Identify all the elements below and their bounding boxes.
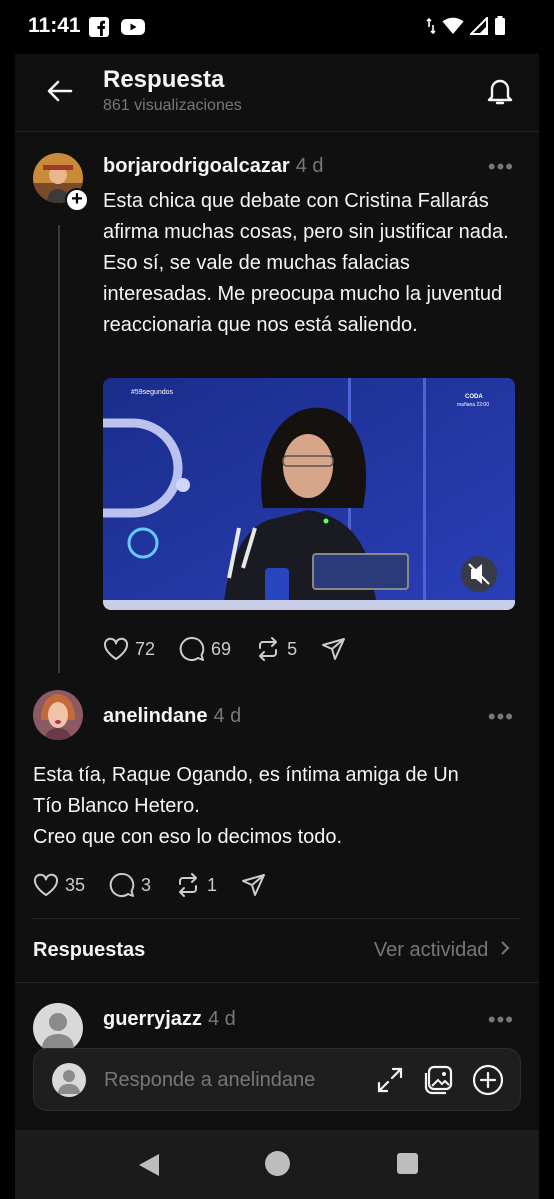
post-text-line: Tío Blanco Hetero. (33, 795, 200, 817)
chevron-right-icon (501, 941, 510, 955)
like-button[interactable]: 35 (33, 873, 85, 897)
like-count: 72 (135, 638, 156, 659)
heart-icon (33, 873, 59, 896)
data-arrows-icon (426, 17, 436, 35)
gallery-icon[interactable] (422, 1064, 456, 1096)
comment-button[interactable]: 69 (179, 636, 231, 662)
facebook-icon (89, 17, 109, 37)
bell-icon (487, 79, 513, 105)
video-tag: #59segundos (131, 389, 174, 396)
post-actions: 35 3 1 (33, 872, 267, 898)
repost-icon (179, 873, 198, 897)
post-username[interactable]: borjarodrigoalcazar 4 d (103, 155, 324, 178)
replies-heading: Respuestas (33, 939, 146, 961)
share-button[interactable] (321, 636, 347, 662)
thread-line (58, 225, 60, 673)
view-activity-text[interactable]: Ver actividad (374, 939, 489, 961)
channel-schedule: mañana 22:00 (457, 402, 489, 408)
mute-button[interactable] (461, 556, 497, 592)
like-count: 35 (65, 874, 86, 895)
post-text-line: Esta tía, Raque Ogando, es íntima amiga … (33, 764, 459, 786)
post-text-line: Creo que con eso lo decimos todo. (33, 826, 343, 848)
post-time: 4 d (207, 1008, 236, 1030)
post-time: 4 d (295, 155, 324, 177)
comment-count: 3 (141, 874, 152, 895)
view-activity-link[interactable]: Ver actividad (374, 939, 512, 962)
system-nav-bar (15, 1130, 539, 1199)
more-options-button[interactable]: ••• (488, 154, 514, 180)
post-time: 4 d (213, 705, 242, 727)
signal-icon (470, 17, 488, 35)
avatar-anelindane[interactable] (33, 690, 83, 740)
post-text: Esta tía, Raque Ogando, es íntima amiga … (33, 760, 523, 853)
nav-recents-button[interactable] (397, 1153, 418, 1174)
share-button[interactable] (241, 872, 267, 898)
comment-icon (179, 636, 205, 661)
back-button[interactable] (45, 76, 75, 106)
channel-name: CODA (465, 394, 483, 400)
reply-composer[interactable]: Responde a anelindane (33, 1048, 521, 1111)
send-icon (322, 638, 346, 660)
comment-button[interactable]: 3 (109, 872, 151, 898)
post-username[interactable]: guerryjazz 4 d (103, 1008, 236, 1031)
divider (15, 982, 539, 983)
status-time: 11:41 (28, 14, 81, 37)
follow-button[interactable]: + (65, 188, 89, 212)
expand-icon[interactable] (374, 1064, 406, 1096)
more-options-button[interactable]: ••• (488, 1007, 514, 1033)
post-actions: 72 69 5 (103, 636, 347, 662)
divider (33, 918, 521, 919)
nav-home-button[interactable] (265, 1151, 290, 1176)
view-count: 861 visualizaciones (103, 97, 242, 114)
reply-input[interactable]: Responde a anelindane (104, 1069, 315, 1092)
avatar (52, 1063, 86, 1097)
username-text[interactable]: anelindane (103, 705, 207, 727)
post-username[interactable]: anelindane 4 d (103, 705, 241, 728)
notifications-button[interactable] (483, 74, 517, 108)
status-bar: 11:41 (0, 0, 554, 54)
repost-count: 5 (287, 638, 298, 659)
more-options-button[interactable]: ••• (488, 704, 514, 730)
wifi-icon (442, 17, 464, 34)
page-title: Respuesta (103, 66, 225, 93)
comment-count: 69 (211, 638, 232, 659)
comment-icon (109, 872, 135, 897)
username-text[interactable]: guerryjazz (103, 1008, 202, 1030)
nav-back-icon[interactable] (137, 1152, 161, 1178)
heart-icon (103, 637, 129, 660)
send-icon (242, 874, 266, 896)
avatar-guerryjazz[interactable] (33, 1003, 83, 1053)
add-circle-icon[interactable] (472, 1064, 504, 1096)
arrow-left-icon (47, 80, 73, 102)
repost-button[interactable]: 5 (255, 636, 297, 662)
like-button[interactable]: 72 (103, 637, 155, 661)
username-text[interactable]: borjarodrigoalcazar (103, 155, 290, 177)
battery-icon (495, 16, 505, 35)
repost-icon (259, 637, 278, 661)
youtube-icon (121, 19, 145, 35)
post-video[interactable]: #59segundos CODA mañana 22:00 (103, 378, 515, 610)
repost-count: 1 (207, 874, 218, 895)
repost-button[interactable]: 1 (175, 872, 217, 898)
post-text: Esta chica que debate con Cristina Falla… (103, 190, 509, 336)
header: Respuesta 861 visualizaciones (15, 54, 539, 132)
